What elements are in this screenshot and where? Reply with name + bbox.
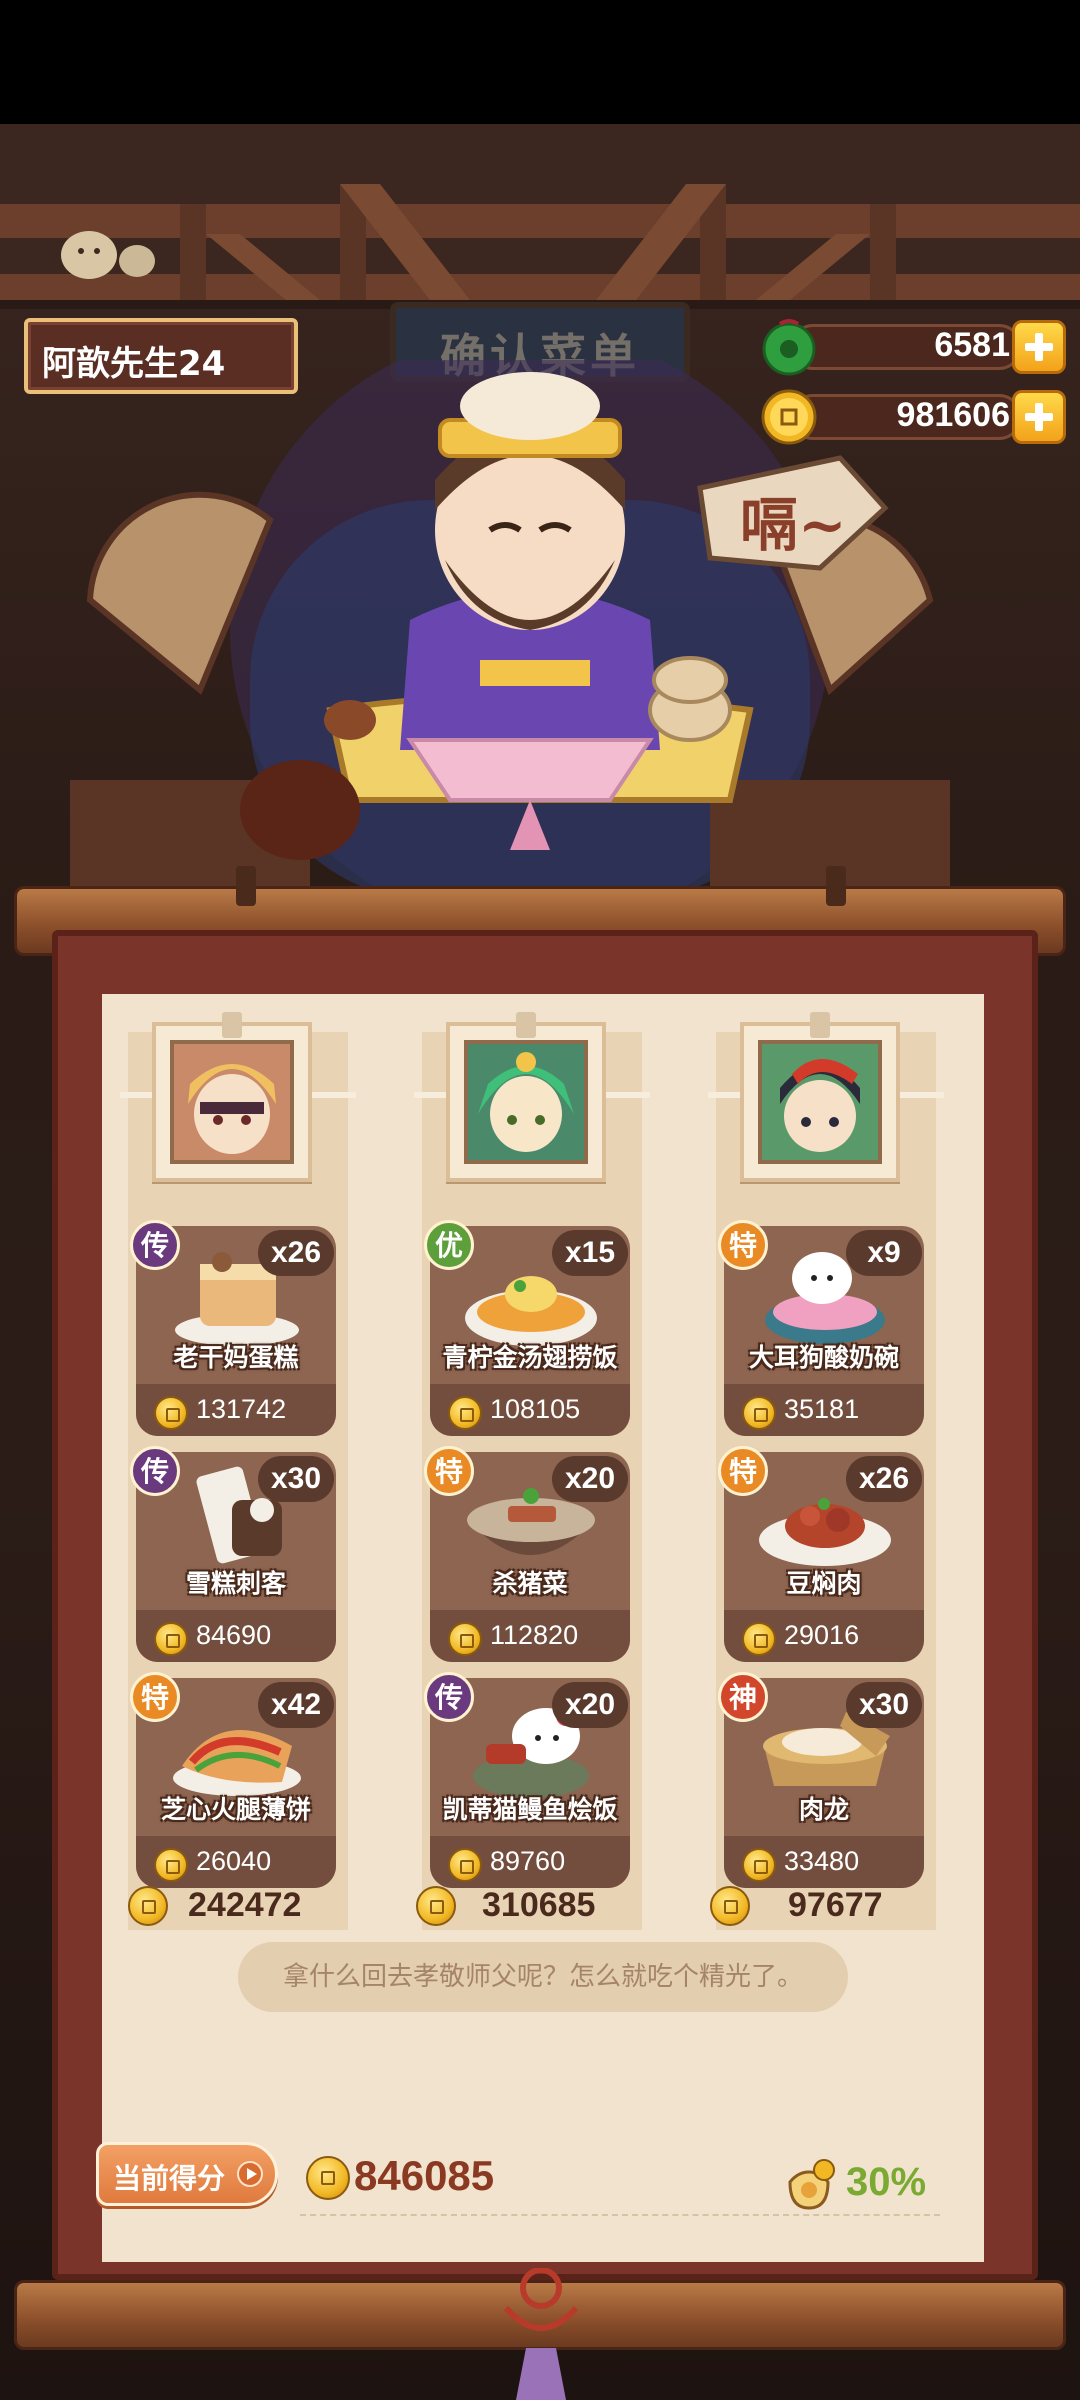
dish-name: 青柠金汤翅捞饭	[442, 1343, 618, 1372]
dish-quantity: x26	[258, 1230, 334, 1276]
grade-badge: 特	[130, 1672, 180, 1722]
grade-badge: 传	[424, 1672, 474, 1722]
current-score-value: 846085	[354, 2152, 495, 2199]
dish-quantity: x20	[552, 1682, 628, 1728]
play-arrow-icon	[237, 2161, 263, 2187]
coin-icon	[128, 1886, 168, 1926]
portrait-clip	[810, 1012, 830, 1038]
dish-quantity: x15	[552, 1230, 628, 1276]
coin-icon	[306, 2156, 350, 2200]
dish-price: 131742	[196, 1394, 287, 1424]
money-bag-icon	[788, 2159, 835, 2210]
coin-icon	[448, 1848, 482, 1882]
dish-card[interactable]: 特 x42 芝心火腿薄饼 26040	[130, 1672, 336, 1888]
dish-card[interactable]: 传 x30 雪糕刺客 84690	[130, 1446, 336, 1662]
add-jade-button[interactable]	[1012, 320, 1066, 374]
red-hat-chef-avatar	[758, 1040, 882, 1164]
chef-portrait-3[interactable]	[740, 1012, 900, 1182]
dish-card[interactable]: 神 x30 肉龙 33480	[718, 1672, 924, 1888]
current-score-label: 当前得分	[113, 2162, 226, 2195]
game-scene: 阿歆先生24 确认菜单 6581 981606 嗝~ 传 x26 老干妈蛋糕 1…	[0, 0, 1080, 2400]
blonde-chef-avatar	[170, 1040, 294, 1164]
column-total-value: 97677	[788, 1886, 883, 1924]
dish-price: 84690	[196, 1620, 272, 1650]
customer-comment: 拿什么回去孝敬师父呢？怎么就吃个精光了。	[238, 1942, 848, 2012]
add-coin-button[interactable]	[1012, 390, 1066, 444]
coin-icon	[448, 1622, 482, 1656]
grade-badge: 特	[718, 1220, 768, 1270]
current-score-button[interactable]: 当前得分	[96, 2142, 278, 2206]
dish-price: 26040	[196, 1846, 272, 1876]
right-hanger	[826, 866, 846, 906]
grade-badge: 传	[130, 1220, 180, 1270]
coin-icon	[742, 1848, 776, 1882]
grade-badge: 特	[424, 1446, 474, 1496]
dish-quantity: x26	[846, 1456, 922, 1502]
dish-name: 凯蒂猫鳗鱼烩饭	[442, 1795, 618, 1824]
dish-price: 29016	[784, 1620, 860, 1650]
portrait-clip	[516, 1012, 536, 1038]
column-total-value: 242472	[188, 1886, 302, 1924]
coin-icon	[154, 1848, 188, 1882]
coin-icon	[710, 1886, 750, 1926]
dish-card[interactable]: 特 x20 杀猪菜 112820	[424, 1446, 630, 1662]
dish-quantity: x42	[258, 1682, 334, 1728]
chef-portrait-1[interactable]	[152, 1012, 312, 1182]
dish-price: 89760	[490, 1846, 566, 1876]
dish-price: 112820	[490, 1620, 579, 1650]
dish-price: 33480	[784, 1846, 860, 1876]
dish-name: 大耳狗酸奶碗	[748, 1343, 899, 1372]
dish-quantity: x20	[552, 1456, 628, 1502]
coin-icon	[742, 1396, 776, 1430]
green-hair-chef-avatar	[464, 1040, 588, 1164]
dish-name: 豆焖肉	[786, 1569, 862, 1598]
customer-character-scene	[70, 360, 950, 900]
grade-badge: 优	[424, 1220, 474, 1270]
dish-price: 108105	[490, 1394, 581, 1424]
portrait-clip	[222, 1012, 242, 1038]
grade-badge: 神	[718, 1672, 768, 1722]
dish-price: 35181	[784, 1394, 860, 1424]
dish-name: 雪糕刺客	[185, 1569, 286, 1598]
chicks-decoration	[61, 231, 155, 279]
speech-text: 嗝~	[740, 491, 847, 559]
grade-badge: 传	[130, 1446, 180, 1496]
dish-name: 芝心火腿薄饼	[160, 1795, 311, 1824]
dish-name: 杀猪菜	[492, 1569, 568, 1598]
dish-quantity: x9	[846, 1230, 922, 1276]
dish-quantity: x30	[258, 1456, 334, 1502]
coin-icon	[154, 1396, 188, 1430]
coin-icon	[742, 1622, 776, 1656]
coin-icon	[416, 1886, 456, 1926]
score-divider	[300, 2214, 940, 2216]
dish-card[interactable]: 特 x9 大耳狗酸奶碗 35181	[718, 1220, 924, 1436]
coin-icon	[154, 1622, 188, 1656]
coin-icon	[448, 1396, 482, 1430]
chef-portrait-2[interactable]	[446, 1012, 606, 1182]
grade-badge: 特	[718, 1446, 768, 1496]
bonus-indicator: 30%	[780, 2156, 940, 2212]
dish-card[interactable]: 优 x15 青柠金汤翅捞饭 108105	[424, 1220, 630, 1436]
status-bar-area	[0, 0, 1080, 124]
left-hanger	[236, 866, 256, 906]
bonus-percent: 30%	[846, 2160, 927, 2204]
column-total-value: 310685	[482, 1886, 596, 1924]
knot-tassel-icon	[503, 2268, 579, 2400]
dish-name: 肉龙	[798, 1795, 849, 1824]
dish-name: 老干妈蛋糕	[173, 1343, 299, 1372]
dish-card[interactable]: 传 x20 凯蒂猫鳗鱼烩饭 89760	[424, 1672, 630, 1888]
dish-card[interactable]: 特 x26 豆焖肉 29016	[718, 1446, 924, 1662]
dish-card[interactable]: 传 x26 老干妈蛋糕 131742	[130, 1220, 336, 1436]
dish-quantity: x30	[846, 1682, 922, 1728]
